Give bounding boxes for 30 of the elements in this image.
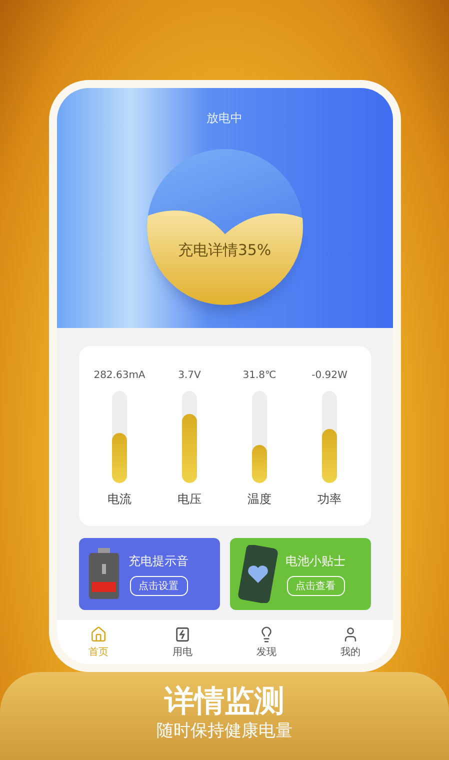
- battery-drawing: [86, 548, 120, 600]
- feature-card[interactable]: 充电提示音 点击设置: [78, 538, 220, 610]
- card-action-button[interactable]: 点击设置: [130, 576, 188, 596]
- tab-item[interactable]: 用电: [152, 626, 212, 658]
- card-action-button[interactable]: 点击查看: [286, 576, 344, 596]
- metric-label: 功率: [318, 491, 342, 508]
- tab-label: 首页: [88, 646, 108, 658]
- metric-reading: -0.92W: [312, 370, 348, 381]
- metric-reading: 3.7V: [178, 370, 201, 381]
- lightning-icon: [174, 626, 191, 642]
- tab-label: 我的: [340, 646, 360, 658]
- feature-card[interactable]: 电池小贴士 点击查看: [230, 538, 370, 610]
- charge-detail-text: 充电详情35%: [176, 241, 272, 260]
- card-title: 电池小贴士: [286, 552, 346, 570]
- metric-reading: 282.63mA: [94, 370, 146, 381]
- status-text: 放电中: [206, 110, 242, 127]
- card-title: 充电提示音: [128, 552, 188, 570]
- metric-label: 电流: [108, 491, 132, 508]
- banner-subtitle: 随时保持健康电量: [156, 720, 292, 742]
- metric-label: 温度: [248, 491, 272, 508]
- banner-title: 详情监测: [164, 684, 284, 720]
- metric-reading: 31.8℃: [242, 370, 276, 381]
- person-icon: [342, 626, 359, 642]
- tab-label: 发现: [256, 646, 276, 658]
- tab-item[interactable]: 首页: [68, 626, 128, 658]
- tab-item[interactable]: 发现: [236, 626, 296, 658]
- tab-item[interactable]: 我的: [320, 626, 380, 658]
- home-icon: [90, 626, 107, 642]
- metric-label: 电压: [178, 491, 202, 508]
- tab-label: 用电: [172, 646, 192, 658]
